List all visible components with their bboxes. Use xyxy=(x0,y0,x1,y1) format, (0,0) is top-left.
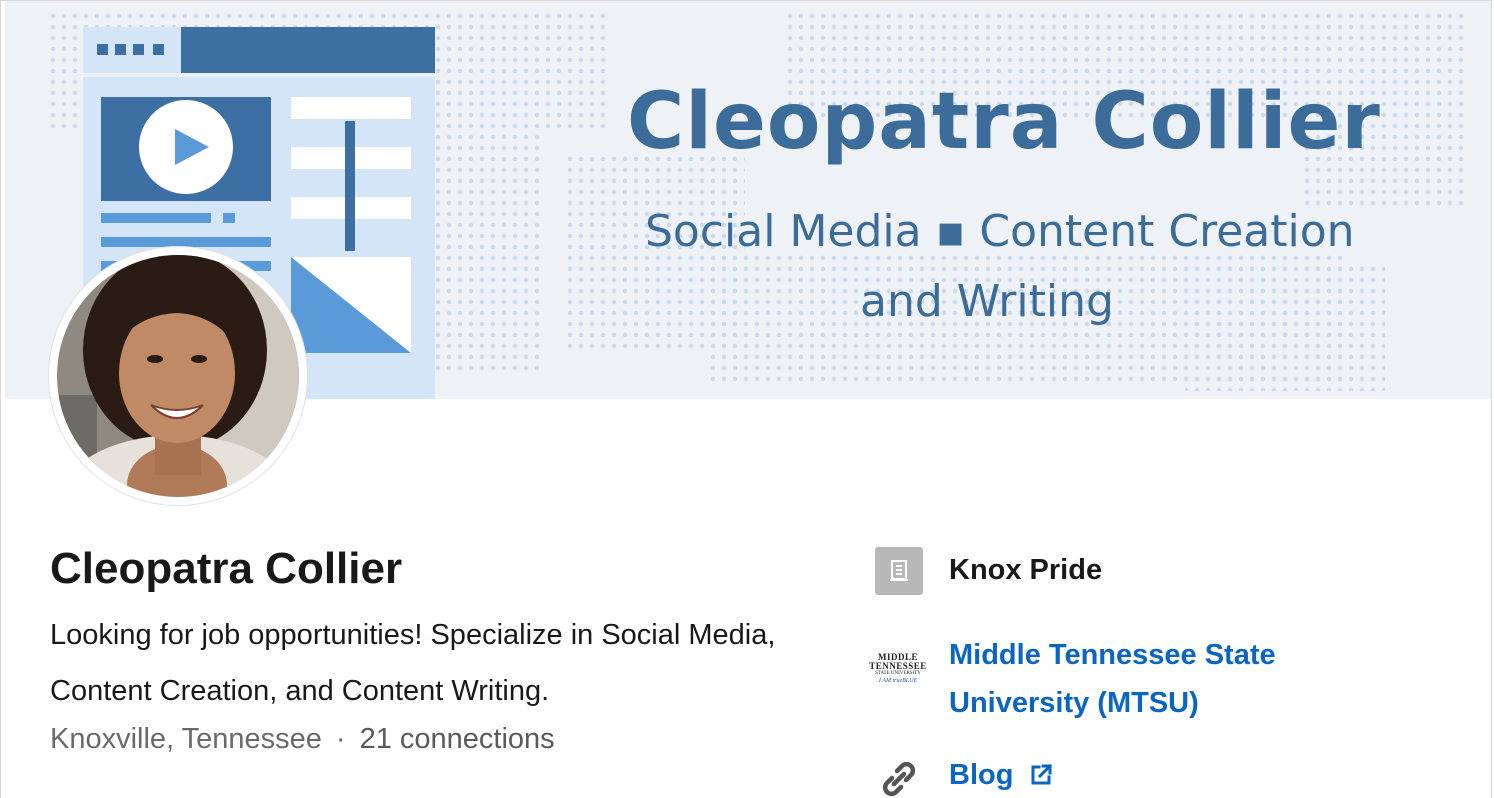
banner-subtitle: Social Media ▪ Content Creation xyxy=(645,206,1355,257)
banner-subtitle-continued: and Writing xyxy=(860,276,1114,327)
banner-title: Cleopatra Collier xyxy=(627,77,1381,167)
profile-name: Cleopatra Collier xyxy=(50,544,403,593)
current-company[interactable] xyxy=(875,547,923,595)
avatar-image xyxy=(57,255,299,497)
profile-meta: Knoxville, Tennessee · 21 connections xyxy=(50,723,555,756)
profile-card: Cleopatra Collier Social Media ▪ Content… xyxy=(0,0,1492,798)
website-link[interactable]: Blog xyxy=(949,759,1013,792)
mtsu-logo[interactable]: MIDDLE TENNESSEE STATE UNIVERSITY I AM t… xyxy=(867,653,929,695)
meta-separator: · xyxy=(335,723,346,755)
company-name[interactable]: Knox Pride xyxy=(949,554,1102,587)
education-name[interactable]: Middle Tennessee State University (MTSU) xyxy=(949,631,1369,727)
profile-location: Knoxville, Tennessee xyxy=(50,723,322,755)
profile-photo[interactable] xyxy=(49,247,307,505)
external-link-icon[interactable] xyxy=(1029,763,1053,787)
building-icon xyxy=(875,547,923,595)
link-icon xyxy=(882,761,916,797)
profile-headline: Looking for job opportunities! Specializ… xyxy=(50,619,776,707)
connections-link[interactable]: 21 connections xyxy=(360,723,555,755)
